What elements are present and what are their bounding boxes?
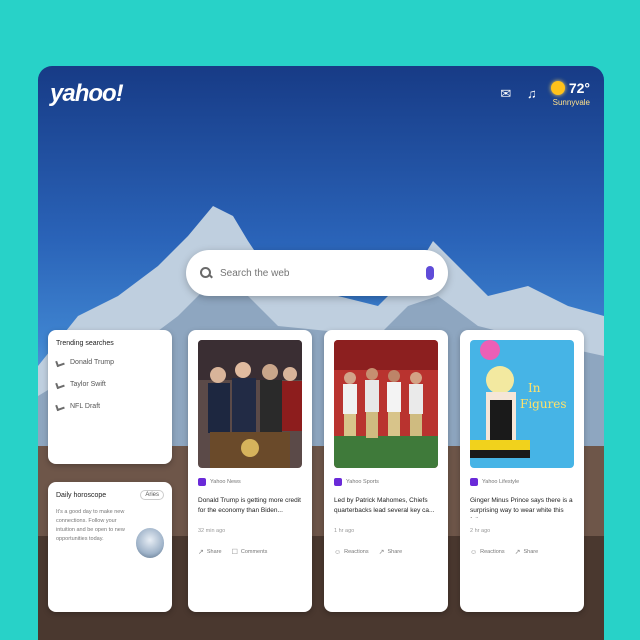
news-actions: ☺ Reactions ↗ Share (470, 548, 574, 557)
news-time: 1 hr ago (334, 528, 355, 534)
share-icon: ↗ (198, 549, 204, 556)
news-thumbnail[interactable] (334, 340, 438, 468)
trending-item[interactable]: Donald Trump (55, 358, 164, 367)
trending-item-label: NFL Draft (70, 403, 101, 410)
action-button[interactable]: ☺ Reactions (470, 549, 505, 556)
weather-city: Sunnyvale (552, 98, 590, 107)
action-label: Reactions (480, 549, 505, 555)
source-name: Yahoo Sports (346, 479, 379, 485)
sun-icon (550, 81, 565, 95)
action-label: Share (523, 549, 539, 555)
source-name: Yahoo News (210, 479, 241, 485)
news-thumbnail[interactable] (198, 340, 302, 468)
action-label: Reactions (344, 549, 369, 555)
news-card[interactable]: In Figures Yahoo Lifestyle Ginger Minus … (460, 330, 584, 612)
source-name: Yahoo Lifestyle (482, 479, 520, 485)
news-actions: ↗ Share ☐ Comments (198, 548, 302, 556)
action-label: Share (387, 549, 403, 555)
news-headline[interactable]: Led by Patrick Mahomes, Chiefs quarterba… (334, 496, 438, 518)
reaction-icon: ☺ (470, 548, 478, 556)
microphone-icon[interactable] (426, 266, 434, 280)
news-card[interactable]: Yahoo News Donald Trump is getting more … (188, 330, 312, 612)
publisher-icon (198, 478, 206, 486)
search-icon (200, 267, 212, 279)
zodiac-icon (135, 528, 164, 558)
action-button[interactable]: ↗ Share (515, 548, 539, 556)
reaction-icon: ☺ (334, 548, 342, 556)
svg-text:Figures: Figures (520, 397, 567, 411)
action-label: Share (206, 549, 222, 555)
news-source: Yahoo News (198, 478, 302, 486)
news-image (198, 340, 302, 468)
news-source: Yahoo Lifestyle (470, 478, 574, 486)
action-button[interactable]: ↗ Share (198, 548, 222, 556)
publisher-icon (470, 478, 478, 486)
action-button[interactable]: ☺ Reactions (334, 549, 369, 556)
horoscope-body: It's a good day to make new connections.… (56, 508, 164, 558)
news-actions: ☺ Reactions ↗ Share (334, 548, 438, 557)
trending-item-label: Taylor Swift (70, 381, 106, 388)
trend-arrow-icon (55, 380, 65, 389)
weather-widget[interactable]: 72° Sunnyvale (550, 80, 590, 107)
news-image: In Figures (470, 340, 574, 468)
news-thumbnail[interactable]: In Figures (470, 340, 574, 468)
news-image (334, 340, 438, 468)
horoscope-text: It's a good day to make new connections.… (56, 509, 125, 542)
action-label: Comments (240, 549, 268, 555)
trending-item[interactable]: Taylor Swift (55, 380, 164, 389)
yahoo-logo[interactable]: yahoo! (50, 80, 124, 108)
trend-arrow-icon (55, 358, 65, 367)
share-icon: ↗ (514, 549, 521, 556)
publisher-icon (334, 478, 342, 486)
horoscope-header: Daily horoscope Aries (56, 490, 164, 500)
news-time: 32 min ago (198, 528, 226, 534)
comment-icon: ☐ (231, 549, 238, 556)
news-headline[interactable]: Ginger Minus Prince says there is a surp… (470, 496, 574, 518)
news-time: 2 hr ago (470, 528, 491, 534)
trending-card: Trending searches Donald Trump Taylor Sw… (48, 330, 172, 464)
news-headline[interactable]: Donald Trump is getting more credit for … (198, 496, 302, 518)
browser-window: yahoo! ✉ ♫ 72° Sunnyvale Trending search… (38, 66, 604, 640)
action-button[interactable]: ☐ Comments (232, 548, 268, 556)
header-actions: ✉ ♫ 72° Sunnyvale (499, 80, 590, 107)
trending-item-label: Donald Trump (70, 359, 114, 366)
action-button[interactable]: ↗ Share (379, 548, 403, 556)
weather-row: 72° (550, 80, 590, 96)
temperature: 72° (568, 80, 590, 96)
bell-icon[interactable]: ♫ (525, 86, 539, 102)
trending-item[interactable]: NFL Draft (55, 402, 164, 411)
share-icon: ↗ (378, 549, 385, 556)
horoscope-card: Daily horoscope Aries It's a good day to… (48, 482, 172, 612)
mail-icon[interactable]: ✉ (499, 86, 513, 102)
news-source: Yahoo Sports (334, 478, 438, 486)
horoscope-sign-select[interactable]: Aries (140, 490, 164, 500)
search-input[interactable] (220, 267, 426, 279)
search-bar[interactable] (186, 250, 448, 296)
news-card[interactable]: Yahoo Sports Led by Patrick Mahomes, Chi… (324, 330, 448, 612)
svg-text:In: In (528, 381, 541, 395)
trend-arrow-icon (55, 402, 65, 411)
horoscope-title: Daily horoscope (56, 491, 107, 499)
trending-title: Trending searches (56, 340, 114, 347)
